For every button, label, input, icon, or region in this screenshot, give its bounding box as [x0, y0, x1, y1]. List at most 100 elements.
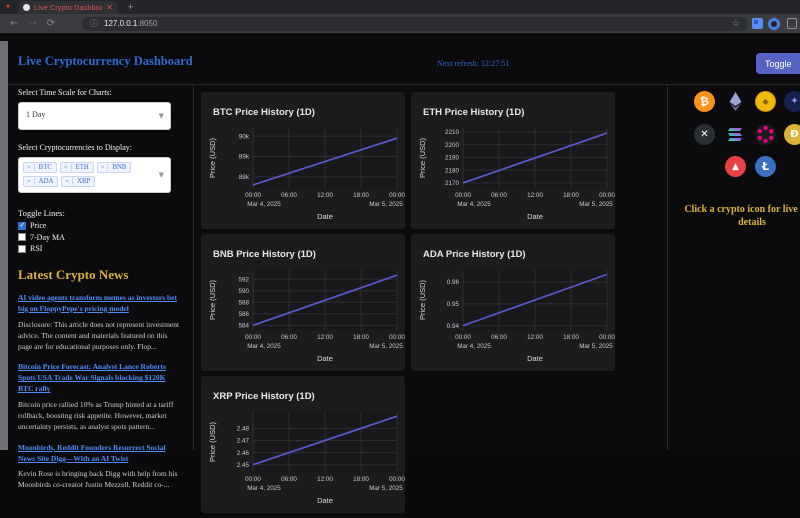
- browser-tab[interactable]: Live Crypto Dashboard ✕: [18, 1, 118, 14]
- price-chart: 88k89k90k00:0006:0012:0018:0000:00Mar 4,…: [201, 92, 405, 229]
- svg-text:Price (USD): Price (USD): [208, 280, 217, 321]
- crypto-chip-eth[interactable]: ×ETH: [60, 162, 94, 173]
- bookmark-star-icon[interactable]: ☆: [732, 18, 740, 29]
- crypto-multiselect[interactable]: ×BTC ×ETH ×BNB ×ADA ×XRP ▼: [18, 157, 171, 193]
- chart-card-bnb[interactable]: 58458658859059200:0006:0012:0018:0000:00…: [201, 234, 405, 371]
- news-headline-link[interactable]: AI video agents transform memes as inves…: [18, 293, 182, 315]
- ethereum-glyph: [725, 91, 746, 112]
- svg-text:12:00: 12:00: [527, 334, 543, 341]
- dashboard-page: Live Cryptocurrency Dashboard Next refre…: [0, 33, 800, 450]
- solana-icon[interactable]: [725, 124, 746, 145]
- time-scale-label: Select Time Scale for Charts:: [18, 88, 182, 97]
- tab-favicon-icon: [23, 4, 30, 11]
- svg-text:89k: 89k: [239, 154, 250, 161]
- svg-text:Price (USD): Price (USD): [208, 422, 217, 463]
- chart-card-btc[interactable]: 88k89k90k00:0006:0012:0018:0000:00Mar 4,…: [201, 92, 405, 229]
- svg-text:00:00: 00:00: [245, 334, 261, 341]
- news-summary: Bitcoin price rallied 10% as Trump hinte…: [18, 400, 182, 433]
- crypto-chip-ada[interactable]: ×ADA: [23, 176, 58, 187]
- news-headline-link[interactable]: Bitcoin Price Forecast: Analyst Lance Ro…: [18, 362, 182, 395]
- svg-text:06:00: 06:00: [491, 192, 507, 199]
- forward-icon[interactable]: →: [28, 18, 36, 29]
- browser-menu-icon[interactable]: [787, 18, 797, 29]
- svg-text:06:00: 06:00: [281, 192, 297, 199]
- toggle-label: RSI: [30, 244, 42, 253]
- chip-remove-icon[interactable]: ×: [62, 178, 73, 185]
- svg-text:18:00: 18:00: [353, 476, 369, 483]
- svg-text:18:00: 18:00: [563, 192, 579, 199]
- price-chart: 58458658859059200:0006:0012:0018:0000:00…: [201, 234, 405, 371]
- crypto-select-label: Select Cryptocurrencies to Display:: [18, 143, 182, 152]
- svg-text:Mar 4, 2025: Mar 4, 2025: [457, 201, 491, 208]
- news-item: AI video agents transform memes as inves…: [18, 293, 182, 352]
- svg-text:2180: 2180: [445, 167, 460, 174]
- xrp-icon[interactable]: ✕: [694, 124, 715, 145]
- extension-icon[interactable]: [752, 18, 763, 29]
- avalanche-icon[interactable]: ▲: [725, 156, 746, 177]
- news-headline-link[interactable]: Moonbirds, Reddit Founders Resurrect Soc…: [18, 443, 182, 465]
- crypto-chip-xrp[interactable]: ×XRP: [61, 176, 95, 187]
- header-divider: [8, 84, 800, 85]
- price-checkbox[interactable]: [18, 222, 26, 230]
- svg-text:Mar 5, 2025: Mar 5, 2025: [369, 485, 403, 492]
- crypto-chip-bnb[interactable]: ×BNB: [97, 162, 132, 173]
- chart-card-eth[interactable]: 2170218021902200221000:0006:0012:0018:00…: [411, 92, 615, 229]
- svg-text:Mar 5, 2025: Mar 5, 2025: [369, 343, 403, 350]
- chevron-down-icon: ▼: [159, 112, 164, 120]
- svg-text:BTC Price History (1D): BTC Price History (1D): [213, 107, 315, 118]
- toggle-theme-button[interactable]: Toggle: [756, 53, 800, 74]
- svg-text:Date: Date: [527, 354, 543, 363]
- url-port: :8050: [137, 19, 157, 28]
- svg-text:Date: Date: [317, 212, 333, 221]
- svg-text:Mar 4, 2025: Mar 4, 2025: [247, 343, 281, 350]
- svg-text:00:00: 00:00: [389, 476, 405, 483]
- back-icon[interactable]: ←: [10, 18, 18, 29]
- chip-remove-icon[interactable]: ×: [24, 164, 35, 171]
- profile-avatar[interactable]: [768, 18, 780, 30]
- svg-text:06:00: 06:00: [491, 334, 507, 341]
- svg-text:XRP Price History (1D): XRP Price History (1D): [213, 391, 315, 402]
- svg-text:2.45: 2.45: [237, 462, 250, 469]
- toggle-rsi[interactable]: RSI: [18, 244, 182, 253]
- url-bar[interactable]: ⓘ 127.0.0.1 :8050 ☆: [82, 17, 748, 31]
- svg-text:588: 588: [238, 300, 249, 307]
- site-info-icon[interactable]: ⓘ: [90, 18, 98, 29]
- polkadot-icon[interactable]: [755, 124, 776, 145]
- svg-text:00:00: 00:00: [599, 334, 615, 341]
- url-host: 127.0.0.1: [104, 19, 137, 28]
- svg-text:2.48: 2.48: [237, 426, 250, 433]
- window-edge: [0, 41, 8, 450]
- toggle-price[interactable]: Price: [18, 221, 182, 230]
- dogecoin-icon[interactable]: Ð: [784, 124, 800, 145]
- ethereum-icon[interactable]: [725, 91, 746, 112]
- reload-icon[interactable]: ⟳: [47, 18, 55, 29]
- time-scale-dropdown[interactable]: 1 Day ▼: [18, 102, 171, 130]
- svg-text:88k: 88k: [239, 174, 250, 181]
- svg-text:Mar 5, 2025: Mar 5, 2025: [579, 343, 613, 350]
- svg-text:Mar 4, 2025: Mar 4, 2025: [247, 201, 281, 208]
- rsi-checkbox[interactable]: [18, 245, 26, 253]
- tab-close-icon[interactable]: ✕: [106, 3, 113, 12]
- litecoin-icon[interactable]: Ł: [755, 156, 776, 177]
- svg-text:12:00: 12:00: [317, 192, 333, 199]
- cardano-icon[interactable]: ✦: [784, 91, 800, 112]
- chart-card-ada[interactable]: 0.940.950.9600:0006:0012:0018:0000:00Mar…: [411, 234, 615, 371]
- svg-text:12:00: 12:00: [317, 334, 333, 341]
- news-summary: Kevin Rose is bringing back Digg with he…: [18, 469, 182, 491]
- crypto-chip-btc[interactable]: ×BTC: [23, 162, 57, 173]
- svg-text:Date: Date: [317, 354, 333, 363]
- chip-remove-icon[interactable]: ×: [24, 178, 35, 185]
- chip-remove-icon[interactable]: ×: [98, 164, 109, 171]
- bnb-icon[interactable]: ◆: [755, 91, 776, 112]
- toggle-7day-ma[interactable]: 7-Day MA: [18, 233, 182, 242]
- bitcoin-icon[interactable]: ₿: [693, 90, 717, 114]
- ma-checkbox[interactable]: [18, 233, 26, 241]
- new-tab-button[interactable]: +: [128, 2, 133, 12]
- chip-remove-icon[interactable]: ×: [61, 164, 72, 171]
- tabstrip-caret-icon[interactable]: ▾: [6, 2, 10, 11]
- svg-text:Price (USD): Price (USD): [418, 280, 427, 321]
- toggle-lines-label: Toggle Lines:: [18, 208, 182, 218]
- tab-strip: ▾ Live Crypto Dashboard ✕ +: [0, 0, 800, 14]
- chart-card-xrp[interactable]: 2.452.462.472.4800:0006:0012:0018:0000:0…: [201, 376, 405, 513]
- svg-text:2.47: 2.47: [237, 438, 250, 445]
